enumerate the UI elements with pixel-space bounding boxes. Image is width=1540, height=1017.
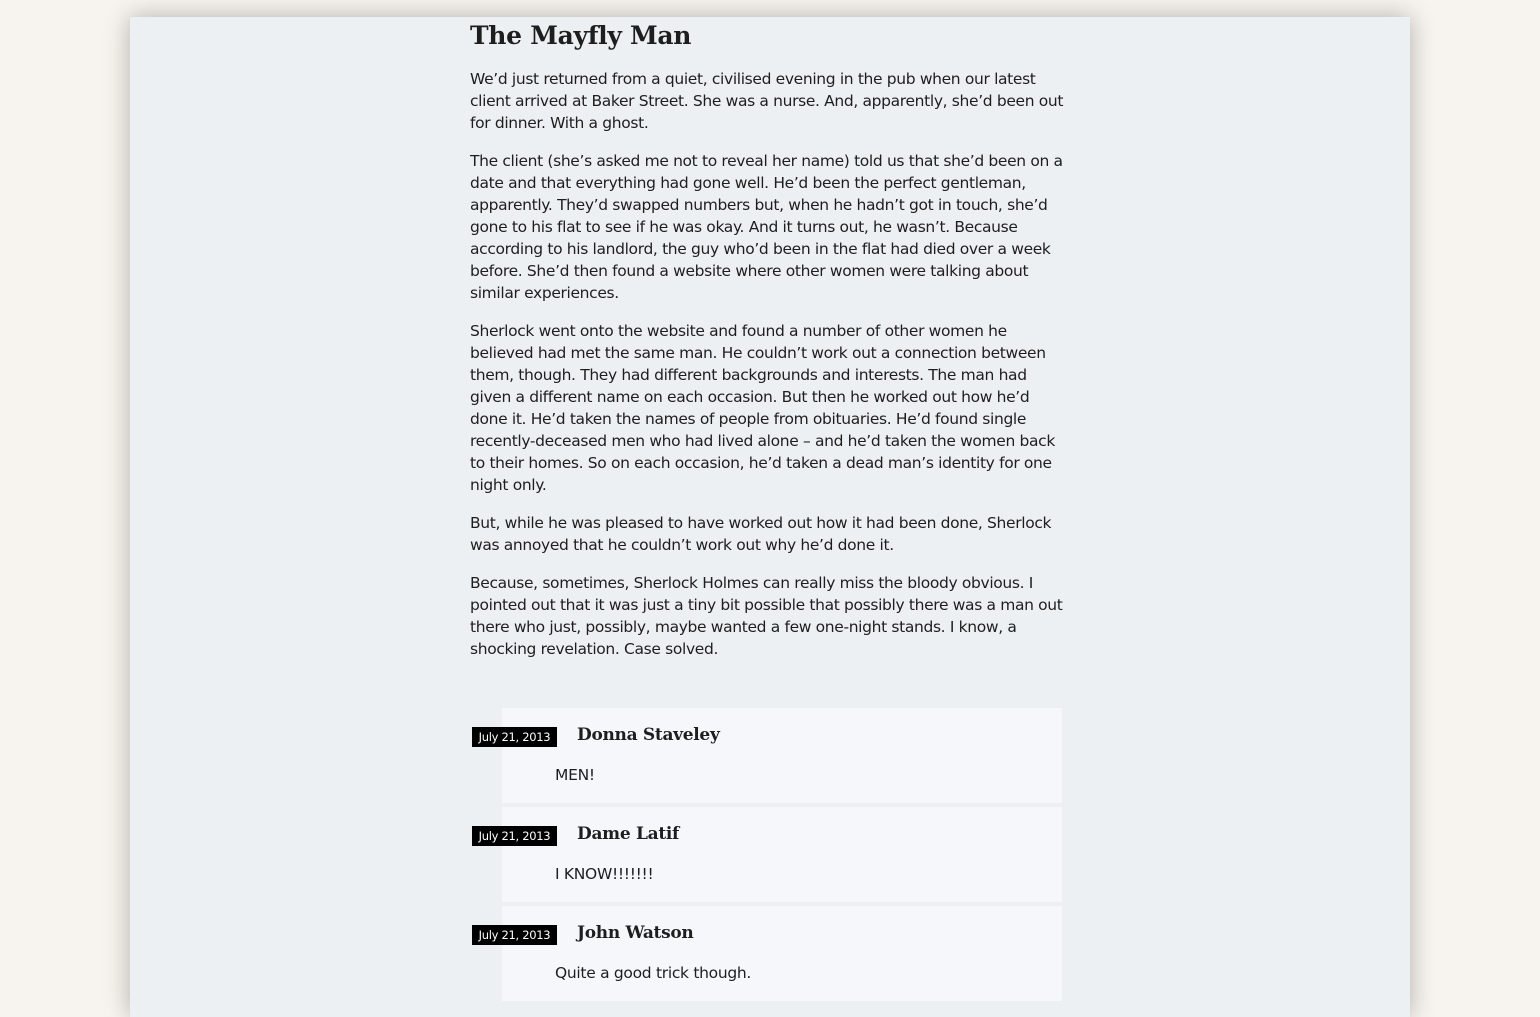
post-body: We’d just returned from a quiet, civilis… — [470, 68, 1070, 660]
post-paragraph: Because, sometimes, Sherlock Holmes can … — [470, 574, 1063, 658]
post-paragraph: But, while he was pleased to have worked… — [470, 514, 1052, 554]
comment-author: Donna Staveley — [577, 725, 720, 745]
comment-item: July 21, 2013 Donna Staveley MEN! — [470, 708, 1070, 803]
comments-list: July 21, 2013 Donna Staveley MEN! July 2… — [470, 708, 1070, 1001]
comment-text: I KNOW!!!!!!! — [555, 865, 654, 883]
post-paragraph: We’d just returned from a quiet, civilis… — [470, 70, 1064, 132]
comment-date-badge: July 21, 2013 — [472, 727, 557, 747]
comment-text: MEN! — [555, 766, 595, 784]
comment-text: Quite a good trick though. — [555, 964, 752, 982]
post-paragraph: Sherlock went onto the website and found… — [470, 322, 1055, 494]
comment-date-badge: July 21, 2013 — [472, 826, 557, 846]
post-title: The Mayfly Man — [470, 21, 692, 50]
comment-author: John Watson — [577, 923, 694, 943]
comment-author: Dame Latif — [577, 824, 680, 844]
comment-item: July 21, 2013 Dame Latif I KNOW!!!!!!! — [470, 807, 1070, 902]
page-container: The Mayfly Man We’d just returned from a… — [130, 17, 1410, 1017]
post-content: The Mayfly Man We’d just returned from a… — [470, 17, 1070, 1005]
post-paragraph: The client (she’s asked me not to reveal… — [470, 152, 1063, 302]
comment-item: July 21, 2013 John Watson Quite a good t… — [470, 906, 1070, 1001]
comment-date-badge: July 21, 2013 — [472, 925, 557, 945]
